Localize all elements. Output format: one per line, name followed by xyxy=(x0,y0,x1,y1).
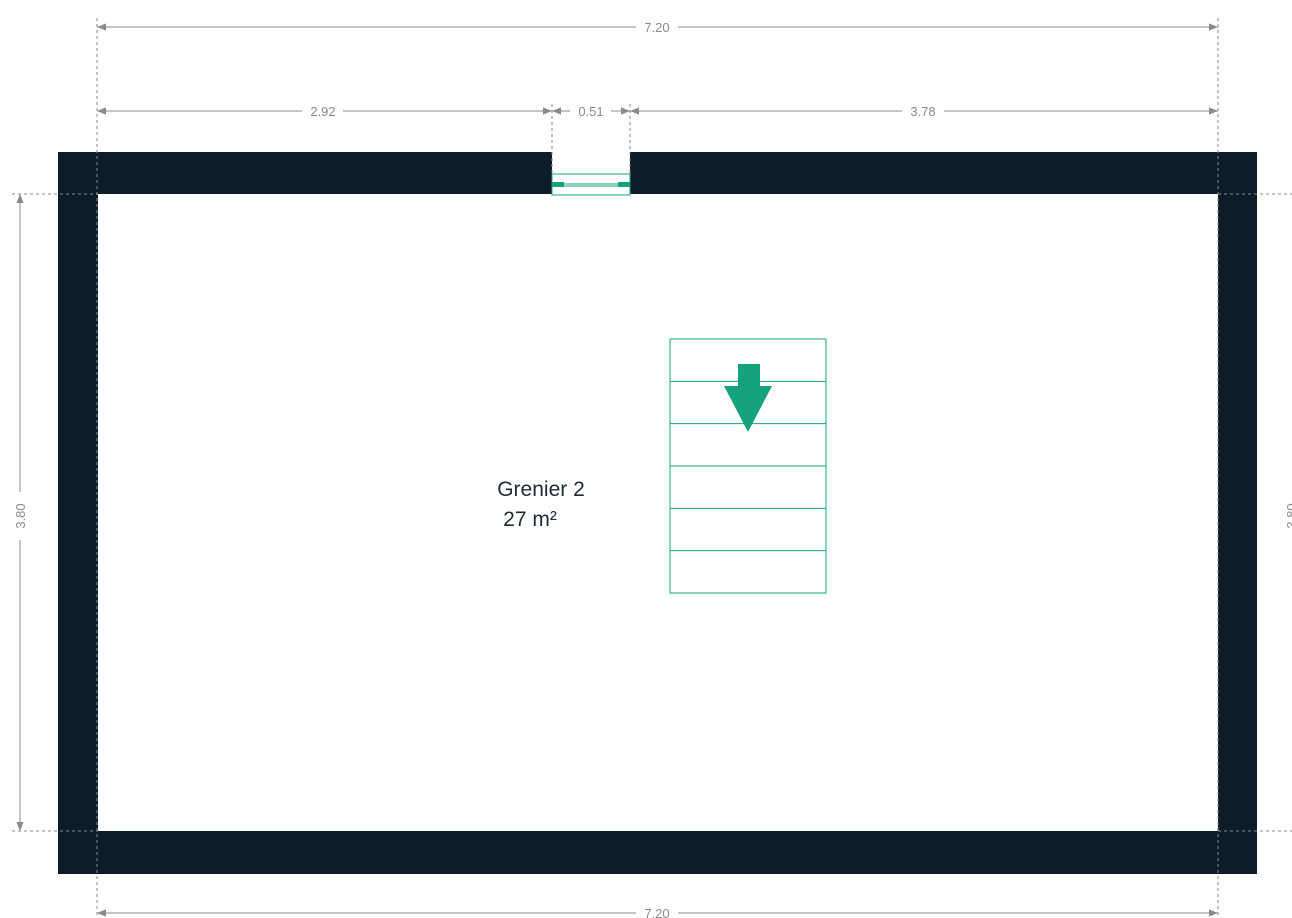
dimension-left-height: 3.80 xyxy=(13,194,28,831)
wall-right[interactable] xyxy=(1218,152,1257,874)
wall-top-left[interactable] xyxy=(58,152,552,194)
room-area: 27 m² xyxy=(503,508,557,531)
wall-bottom[interactable] xyxy=(58,831,1257,874)
dimension-label-top-total: 7.20 xyxy=(644,20,669,35)
floor-plan: 7.20 2.92 0.51 3.78 3.80 3.80 7.20 Greni… xyxy=(12,18,1292,918)
dimension-label-top-left: 2.92 xyxy=(310,104,335,119)
staircase[interactable] xyxy=(669,338,827,594)
room-label: Grenier 2 27 m² xyxy=(497,478,585,531)
dimension-label-top-right: 3.78 xyxy=(910,104,935,119)
walls xyxy=(58,152,1257,874)
dimension-top-total: 7.20 xyxy=(97,20,1218,35)
wall-top-right[interactable] xyxy=(630,152,1257,194)
dimension-label-left-height: 3.80 xyxy=(13,503,28,528)
dimension-bottom-total: 7.20 xyxy=(97,906,1218,918)
room-name: Grenier 2 xyxy=(497,478,585,501)
dimension-label-bottom-total: 7.20 xyxy=(644,906,669,918)
dimension-right-height: 3.80 xyxy=(1284,503,1292,528)
dimension-top-door: 0.51 xyxy=(552,104,630,119)
dimension-top-right: 3.78 xyxy=(630,104,1218,119)
dimension-label-right-height: 3.80 xyxy=(1284,503,1292,528)
dimension-top-left: 2.92 xyxy=(97,104,552,119)
window-opening[interactable] xyxy=(551,173,631,196)
wall-left[interactable] xyxy=(58,152,98,874)
dimension-label-top-door: 0.51 xyxy=(578,104,603,119)
